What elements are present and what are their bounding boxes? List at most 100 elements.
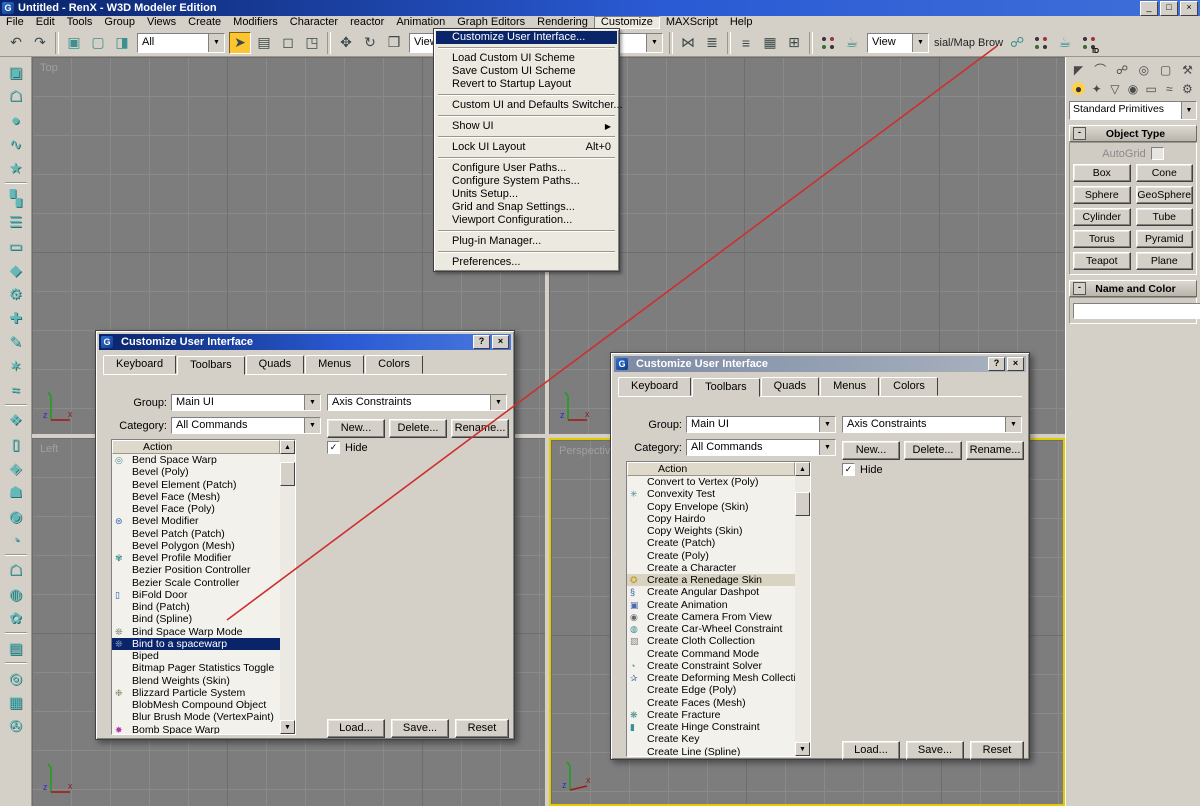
new-button[interactable]: New... xyxy=(327,419,385,438)
hand-icon[interactable]: ✎ xyxy=(4,330,28,354)
dropdown-arrow-icon[interactable]: ▼ xyxy=(819,417,835,432)
action-item-blend-weights-skin[interactable]: Blend Weights (Skin) xyxy=(112,675,280,687)
action-item-create-cloth-collection[interactable]: ▨Create Cloth Collection xyxy=(627,635,795,647)
dropdown-arrow-icon[interactable]: ▼ xyxy=(490,395,506,410)
menu-item-custom-ui-and-defaults-switcher[interactable]: Custom UI and Defaults Switcher... xyxy=(436,99,617,112)
material-editor-icon[interactable] xyxy=(819,34,837,52)
hide-option[interactable]: ✓ Hide xyxy=(842,463,883,476)
menu-item-units-setup[interactable]: Units Setup... xyxy=(436,188,617,201)
menu-edit[interactable]: Edit xyxy=(30,16,61,29)
maximize-button[interactable]: □ xyxy=(1160,1,1178,16)
close-button[interactable]: × xyxy=(1180,1,1198,16)
bind-spacewarp-toolbar-icon[interactable]: ☍ xyxy=(1006,32,1028,54)
load-button[interactable]: Load... xyxy=(842,741,900,760)
furniture-icon[interactable]: ☗ xyxy=(4,480,28,504)
shirt-icon[interactable]: ☖ xyxy=(4,84,28,108)
menu-create[interactable]: Create xyxy=(182,16,227,29)
dialog-tab-toolbars[interactable]: Toolbars xyxy=(177,356,245,375)
toolbar-select-dropdown[interactable]: Axis Constraints▼ xyxy=(327,394,507,411)
action-item-blizzard-particle-system[interactable]: ❉Blizzard Particle System xyxy=(112,687,280,699)
unlink-selection-icon[interactable]: ▢ xyxy=(87,32,109,54)
tab-modify-icon[interactable]: ⌒ xyxy=(1092,61,1109,78)
menu-item-lock-ui-layout[interactable]: Lock UI LayoutAlt+0 xyxy=(436,141,617,154)
dialog-tab-toolbars[interactable]: Toolbars xyxy=(692,378,760,397)
render-type-dropdown[interactable]: View▼ xyxy=(867,33,929,53)
action-item-bevel-patch-patch[interactable]: Bevel Patch (Patch) xyxy=(112,528,280,540)
close-button[interactable]: × xyxy=(1007,357,1024,371)
dice-icon[interactable]: ◈ xyxy=(4,456,28,480)
customize-ui-dialog-1[interactable]: G Customize User Interface ? × KeyboardT… xyxy=(95,330,515,740)
category-geometry-icon[interactable]: ● xyxy=(1070,80,1087,97)
dialog-tab-menus[interactable]: Menus xyxy=(820,377,879,396)
menu-character[interactable]: Character xyxy=(284,16,344,29)
action-item-bezier-scale-controller[interactable]: Bezier Scale Controller xyxy=(112,577,280,589)
action-item-create-hinge-constraint[interactable]: ▮Create Hinge Constraint xyxy=(627,721,795,733)
action-item-bind-spline[interactable]: Bind (Spline) xyxy=(112,613,280,625)
action-item-create-a-character[interactable]: Create a Character xyxy=(627,562,795,574)
create-cylinder-button[interactable]: Cylinder xyxy=(1073,208,1131,226)
action-item-create-fracture[interactable]: ❋Create Fracture xyxy=(627,709,795,721)
layer-manager-icon[interactable]: ≡ xyxy=(735,32,757,54)
action-item-convexity-test[interactable]: ✳Convexity Test xyxy=(627,488,795,500)
render-last-icon[interactable]: ☕ xyxy=(1054,32,1076,54)
redo-icon[interactable]: ↷ xyxy=(29,32,51,54)
menu-help[interactable]: Help xyxy=(724,16,759,29)
web-material-icon[interactable]: ✿ xyxy=(4,606,28,630)
dialog-tab-keyboard[interactable]: Keyboard xyxy=(618,377,691,396)
primitive-type-dropdown[interactable]: Standard Primitives ▼ xyxy=(1069,101,1197,120)
ball-icon[interactable]: ● xyxy=(4,108,28,132)
create-box-button[interactable]: Box xyxy=(1073,164,1131,182)
scrollbar[interactable]: ▼ xyxy=(280,454,295,734)
star-shape-icon[interactable]: ★ xyxy=(4,156,28,180)
object-name-input[interactable] xyxy=(1073,303,1200,319)
category-cameras-icon[interactable]: ◉ xyxy=(1124,80,1141,97)
action-item-blur-brush-mode-vertexpaint[interactable]: Blur Brush Mode (VertexPaint) xyxy=(112,711,280,723)
delete-button[interactable]: Delete... xyxy=(904,441,962,460)
quick-render-dots-icon[interactable] xyxy=(1032,34,1050,52)
door-icon[interactable]: ▯ xyxy=(4,432,28,456)
menu-item-load-custom-ui-scheme[interactable]: Load Custom UI Scheme xyxy=(436,52,617,65)
action-item-create-edge-poly[interactable]: Create Edge (Poly) xyxy=(627,684,795,696)
mirror-icon[interactable]: ⋈ xyxy=(677,32,699,54)
object-type-header[interactable]: - Object Type xyxy=(1069,125,1197,142)
menu-maxscript[interactable]: MAXScript xyxy=(660,16,724,29)
create-tube-button[interactable]: Tube xyxy=(1136,208,1194,226)
scrollbar-thumb[interactable] xyxy=(795,492,810,516)
help-button[interactable]: ? xyxy=(988,357,1005,371)
window-title-bar[interactable]: G Untitled - RenX - W3D Modeler Edition … xyxy=(0,0,1200,16)
objects-icon[interactable]: ▣ xyxy=(4,60,28,84)
action-item-bitmap-pager-statistics-toggle[interactable]: Bitmap Pager Statistics Toggle xyxy=(112,662,280,674)
create-teapot-button[interactable]: Teapot xyxy=(1073,252,1131,270)
dropdown-arrow-icon[interactable]: ▼ xyxy=(304,395,320,410)
menu-item-plug-in-manager[interactable]: Plug-in Manager... xyxy=(436,235,617,248)
action-item-convert-to-vertex-poly[interactable]: Convert to Vertex (Poly) xyxy=(627,476,795,488)
rename-button[interactable]: Rename... xyxy=(966,441,1024,460)
hide-checkbox[interactable]: ✓ xyxy=(842,463,855,476)
tab-display-icon[interactable]: ▢ xyxy=(1157,61,1174,78)
dropdown-arrow-icon[interactable]: ▼ xyxy=(912,34,928,52)
category-shapes-icon[interactable]: ✦ xyxy=(1088,80,1105,97)
dropdown-arrow-icon[interactable]: ▼ xyxy=(1181,102,1196,119)
shirt-material-icon[interactable]: ☖ xyxy=(4,558,28,582)
create-geosphere-button[interactable]: GeoSphere xyxy=(1136,186,1194,204)
create-sphere-button[interactable]: Sphere xyxy=(1073,186,1131,204)
align-icon[interactable]: ≣ xyxy=(701,32,723,54)
capsule-icon[interactable]: ▭ xyxy=(4,234,28,258)
hide-checkbox[interactable]: ✓ xyxy=(327,441,340,454)
action-item-bind-patch[interactable]: Bind (Patch) xyxy=(112,601,280,613)
action-item-create-patch[interactable]: Create (Patch) xyxy=(627,537,795,549)
create-torus-button[interactable]: Torus xyxy=(1073,230,1131,248)
category-dropdown[interactable]: All Commands▼ xyxy=(686,439,836,456)
action-item-create-angular-dashpot[interactable]: §Create Angular Dashpot xyxy=(627,586,795,598)
delete-button[interactable]: Delete... xyxy=(389,419,447,438)
ripple-icon[interactable]: ∿ xyxy=(4,132,28,156)
select-and-link-icon[interactable]: ▣ xyxy=(63,32,85,54)
ball-material-icon[interactable]: ◍ xyxy=(4,582,28,606)
dialog-tab-keyboard[interactable]: Keyboard xyxy=(103,355,176,374)
menu-item-preferences[interactable]: Preferences... xyxy=(436,256,617,269)
action-item-create-camera-from-view[interactable]: ◉Create Camera From View xyxy=(627,611,795,623)
action-item-create-animation[interactable]: ▣Create Animation xyxy=(627,599,795,611)
schematic-view-icon[interactable]: ⊞ xyxy=(783,32,805,54)
coin-icon[interactable]: ◔ xyxy=(4,528,28,552)
minimize-button[interactable]: _ xyxy=(1140,1,1158,16)
